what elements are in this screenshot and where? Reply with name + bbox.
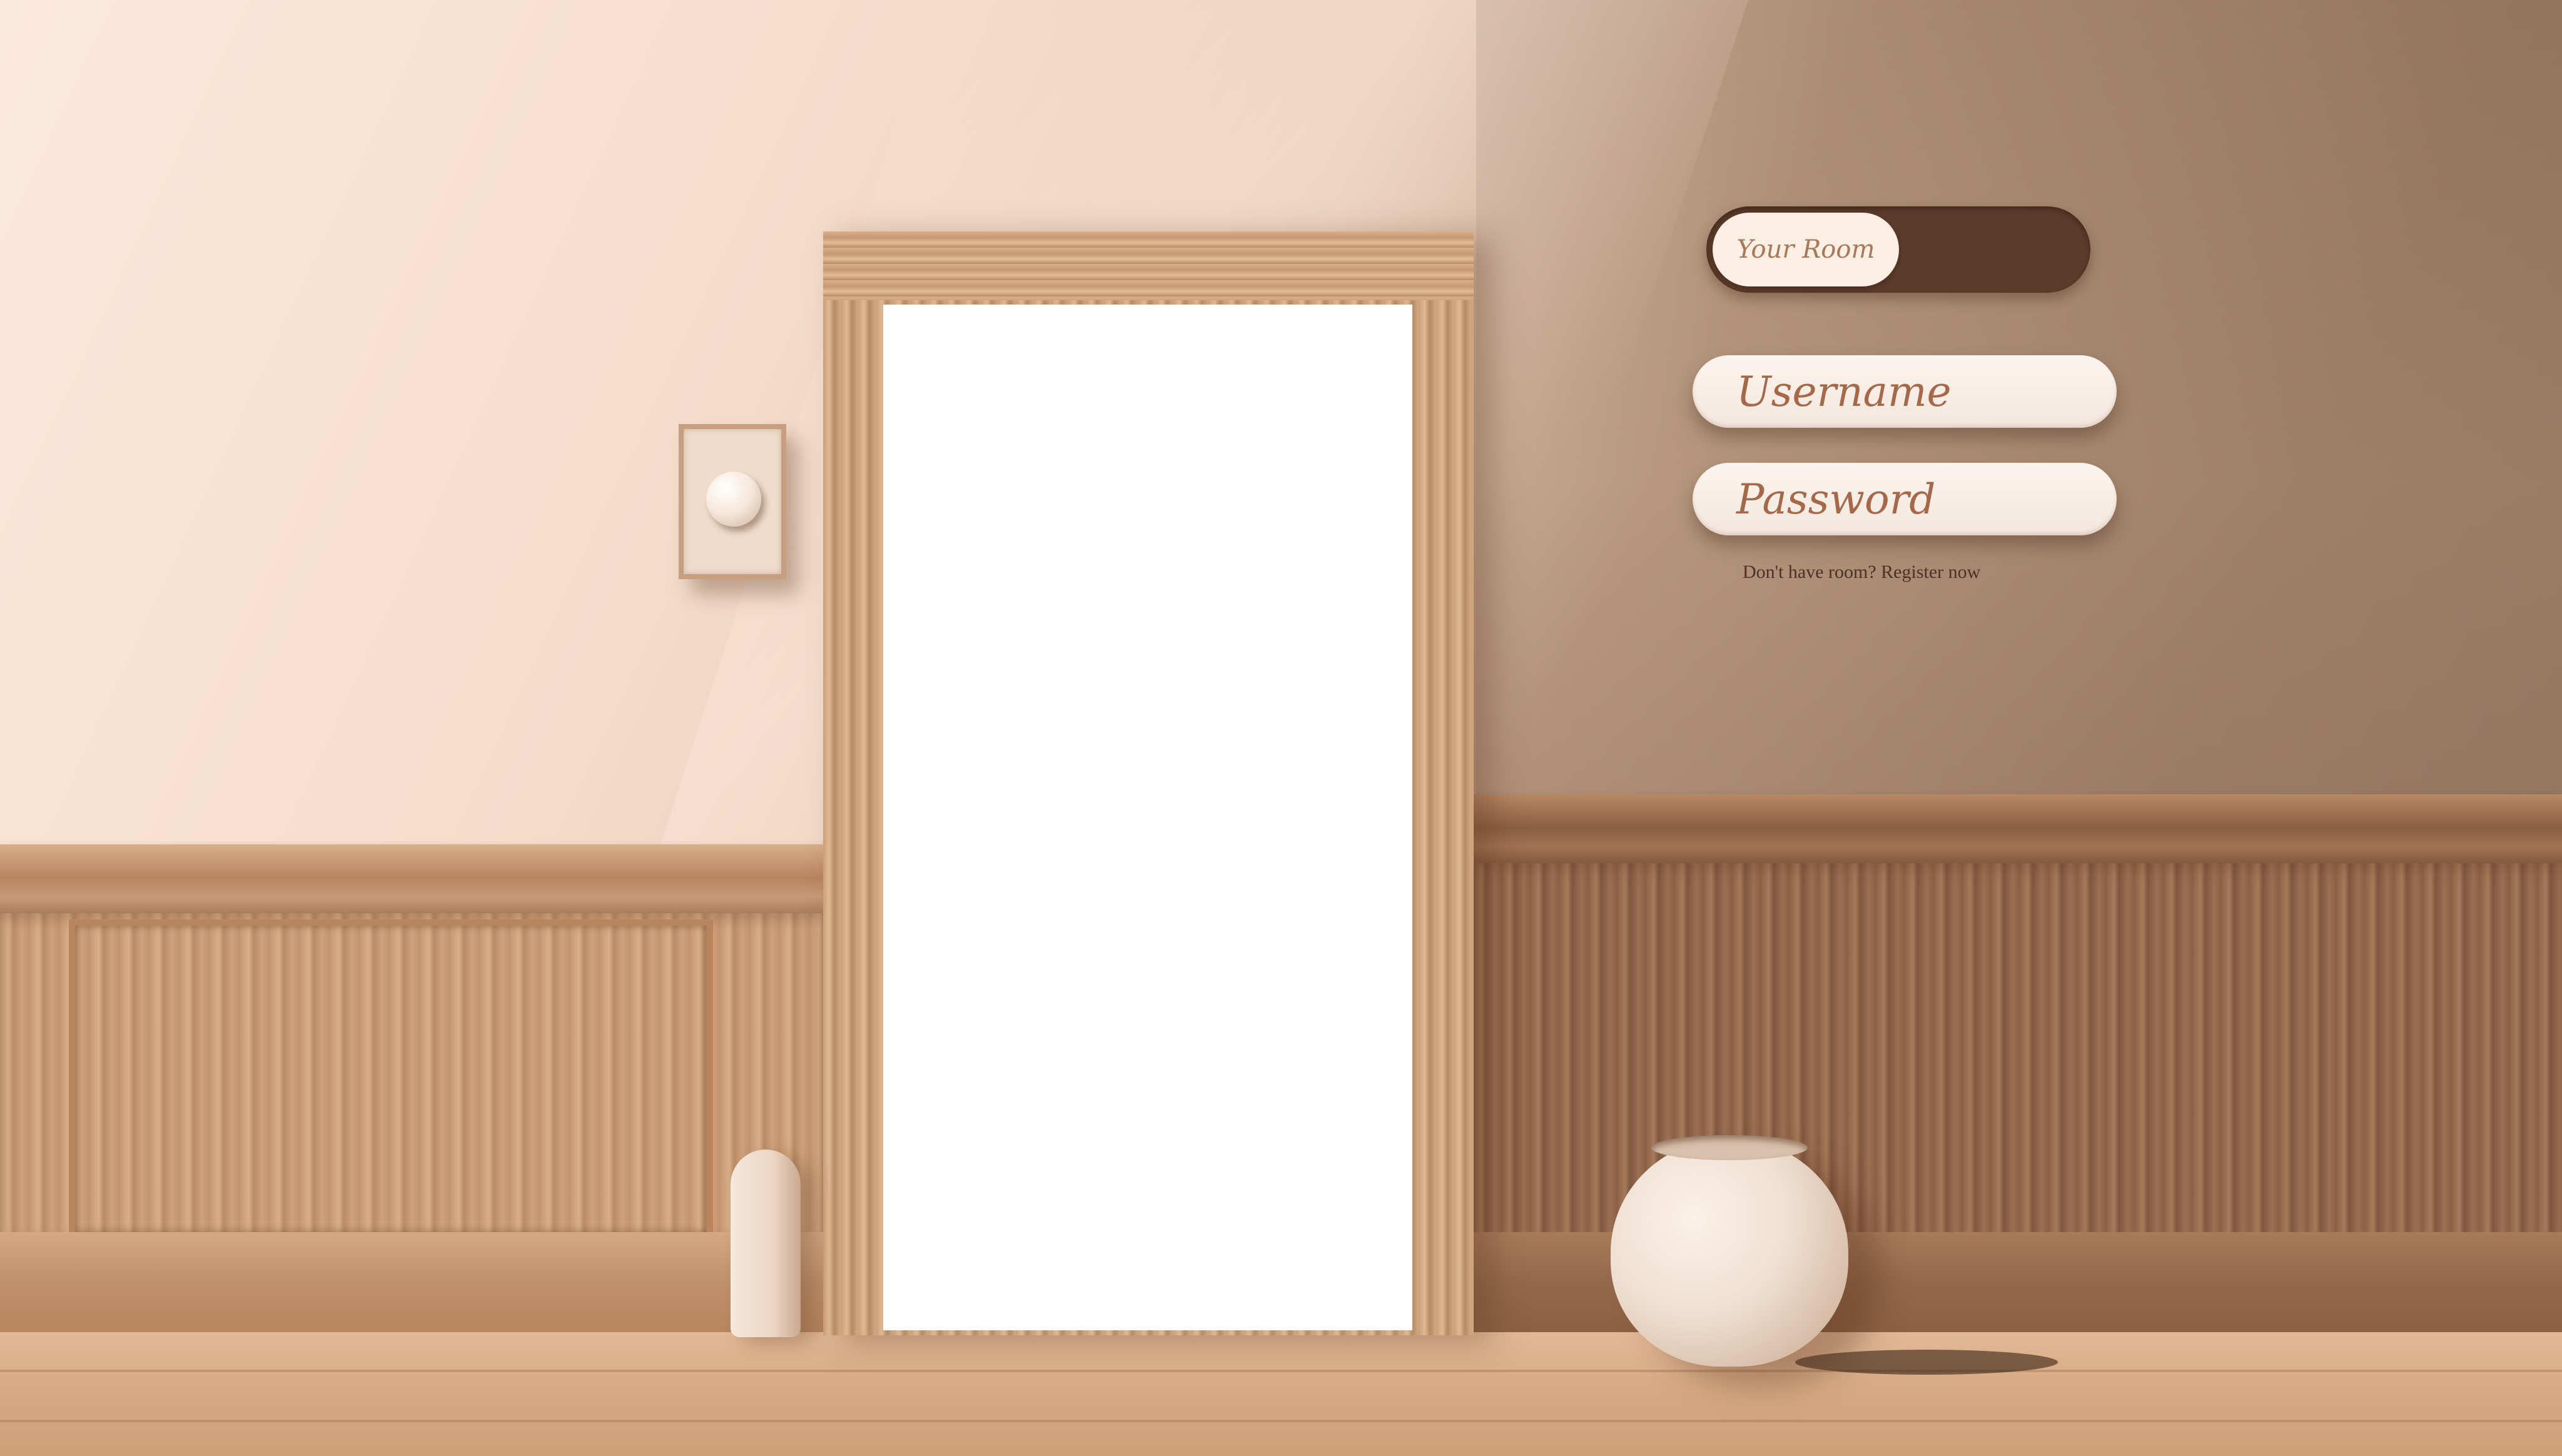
password-input[interactable]: Password bbox=[1693, 463, 2117, 535]
vase-shadow bbox=[1795, 1350, 2058, 1375]
baseboard-left bbox=[0, 1232, 823, 1332]
small-vase bbox=[731, 1150, 801, 1337]
doorway-light[interactable] bbox=[883, 305, 1412, 1330]
door-header bbox=[823, 231, 1474, 300]
floor-plank-line bbox=[0, 1370, 2562, 1372]
round-vase-opening bbox=[1651, 1135, 1808, 1160]
register-link[interactable]: Don't have room? Register now bbox=[1743, 562, 1980, 583]
wainscot-panel bbox=[69, 919, 713, 1238]
login-scene: Your Room Username Password Don't have r… bbox=[0, 0, 2562, 1456]
floor bbox=[0, 1332, 2562, 1456]
round-vase bbox=[1611, 1138, 1848, 1367]
room-toggle[interactable]: Your Room bbox=[1706, 206, 2090, 293]
light-switch[interactable] bbox=[679, 424, 786, 579]
your-room-button[interactable]: Your Room bbox=[1713, 213, 1899, 286]
password-placeholder: Password bbox=[1736, 475, 1936, 523]
username-input[interactable]: Username bbox=[1693, 355, 2117, 428]
chair-rail-right bbox=[1474, 794, 2562, 869]
chair-rail-left bbox=[0, 844, 823, 919]
switch-knob-icon bbox=[706, 472, 761, 527]
username-placeholder: Username bbox=[1736, 367, 1952, 416]
floor-plank-line bbox=[0, 1420, 2562, 1422]
